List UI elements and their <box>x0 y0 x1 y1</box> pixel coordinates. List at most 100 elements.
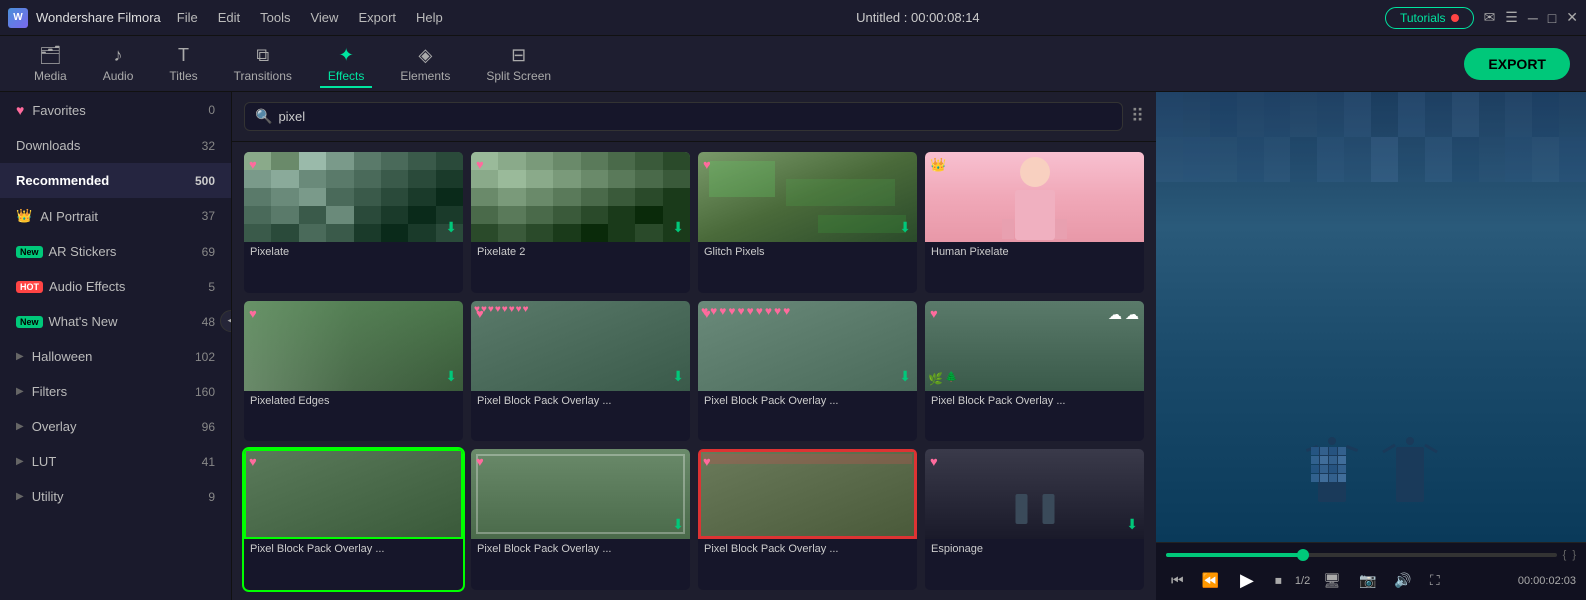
maximize-button[interactable]: □ <box>1548 10 1556 26</box>
chevron-right-icon: ▶ <box>16 351 24 362</box>
effect-card-pixel-block-4[interactable]: ♥ Pixel Block Pack Overlay ... <box>244 449 463 590</box>
favorite-heart-icon-11: ♥ <box>703 454 711 469</box>
sidebar-item-ar-stickers[interactable]: New AR Stickers 69 <box>0 234 231 269</box>
downloads-count: 32 <box>202 139 215 153</box>
effect-card-pixel-block-6[interactable]: ♥ Pixel Block Pack Overlay ... <box>698 449 917 590</box>
audio-icon: ♪ <box>114 45 123 66</box>
download-icon-7: ⬇ <box>899 368 911 385</box>
app-name: Wondershare Filmora <box>36 10 161 25</box>
transitions-icon: ⧉ <box>256 45 269 66</box>
menu-view[interactable]: View <box>302 8 346 27</box>
fullscreen-button[interactable]: ⛶ <box>1425 569 1445 592</box>
bracket-start: { <box>1563 549 1567 561</box>
screenshot-button[interactable]: 📷 <box>1354 569 1381 592</box>
effect-card-pixelate2[interactable]: ♥ ⬇ Pixelate 2 <box>471 152 690 293</box>
sidebar-item-halloween[interactable]: ▶ Halloween 102 <box>0 339 231 374</box>
content-area: 🔍 ⠿ ♥ ⬇ Pixel <box>232 92 1156 600</box>
sidebar-favorites-label: Favorites <box>32 103 85 118</box>
sidebar-item-favorites[interactable]: ♥ Favorites 0 <box>0 92 231 128</box>
title-bar-left: W Wondershare Filmora File Edit Tools Vi… <box>8 8 451 28</box>
effect-label-pixel-block-6: Pixel Block Pack Overlay ... <box>698 539 917 559</box>
speed-button[interactable]: 1/2 <box>1295 575 1310 587</box>
search-input[interactable] <box>278 109 1111 124</box>
close-button[interactable]: ✕ <box>1566 9 1578 26</box>
preview-panel: { } ⏮ ⏪ ▶ ⏹ 1/2 🖥 📷 🔊 ⛶ 00:00:02:03 <box>1156 92 1586 600</box>
menu-icon[interactable]: ☰ <box>1505 9 1518 26</box>
toolbar-splitscreen[interactable]: ⊟ Split Screen <box>468 41 569 87</box>
sidebar-item-recommended[interactable]: Recommended 500 <box>0 163 231 198</box>
menu-export[interactable]: Export <box>350 8 404 27</box>
grid-view-icon[interactable]: ⠿ <box>1131 106 1144 127</box>
download-icon-2: ⬇ <box>672 219 684 236</box>
mail-icon[interactable]: ✉ <box>1484 9 1496 26</box>
effect-card-pixelated-edges[interactable]: ♥ ⬇ Pixelated Edges <box>244 301 463 442</box>
effect-thumb-pixelated-edges: ♥ ⬇ <box>244 301 463 391</box>
effect-thumb-pixel-block-3: ☁ ☁ 🌿 🌲 ♥ <box>925 301 1144 391</box>
favorite-heart-icon-2: ♥ <box>476 157 484 172</box>
search-input-wrap[interactable]: 🔍 <box>244 102 1123 131</box>
toolbar-titles[interactable]: T Titles <box>151 41 215 87</box>
effect-card-pixel-block-1[interactable]: ♥ ♥ ♥ ♥ ♥ ♥ ♥ ♥ ♥ ⬇ Pixel Block Pack Ove… <box>471 301 690 442</box>
sidebar: ♥ Favorites 0 Downloads 32 Recommended 5… <box>0 92 232 600</box>
sidebar-item-overlay[interactable]: ▶ Overlay 96 <box>0 409 231 444</box>
progress-bar[interactable] <box>1166 553 1557 557</box>
sidebar-item-whats-new[interactable]: New What's New 48 <box>0 304 231 339</box>
effect-label-pixel-block-4: Pixel Block Pack Overlay ... <box>244 539 463 559</box>
effect-card-pixelate[interactable]: ♥ ⬇ Pixelate <box>244 152 463 293</box>
toolbar-transitions[interactable]: ⧉ Transitions <box>216 41 310 87</box>
export-button[interactable]: EXPORT <box>1464 48 1570 80</box>
favorite-heart-icon-10: ♥ <box>476 454 484 469</box>
effects-icon: ✦ <box>339 45 354 66</box>
menu-tools[interactable]: Tools <box>252 8 298 27</box>
menu-file[interactable]: File <box>169 8 206 27</box>
filters-count: 160 <box>195 385 215 399</box>
preview-image <box>1156 92 1586 542</box>
menu-help[interactable]: Help <box>408 8 451 27</box>
volume-button[interactable]: 🔊 <box>1389 569 1416 592</box>
effect-card-espionage[interactable]: ♥ ⬇ Espionage <box>925 449 1144 590</box>
skip-backward-button[interactable]: ⏮ <box>1166 569 1189 592</box>
effect-thumb-human: 👑 <box>925 152 1144 242</box>
utility-count: 9 <box>208 490 215 504</box>
sidebar-item-audio-effects[interactable]: HOT Audio Effects 5 <box>0 269 231 304</box>
minimize-button[interactable]: ─ <box>1528 10 1538 26</box>
tutorials-button[interactable]: Tutorials <box>1385 7 1474 29</box>
sidebar-item-ai-portrait[interactable]: 👑 AI Portrait 37 <box>0 198 231 234</box>
main-layout: ♥ Favorites 0 Downloads 32 Recommended 5… <box>0 92 1586 600</box>
sidebar-item-lut[interactable]: ▶ LUT 41 <box>0 444 231 479</box>
download-icon: ⬇ <box>445 219 457 236</box>
progress-thumb[interactable] <box>1297 549 1309 561</box>
toolbar-media[interactable]: 🗂 Media <box>16 41 85 87</box>
effect-thumb-pixelate2: ♥ ⬇ <box>471 152 690 242</box>
toolbar-audio[interactable]: ♪ Audio <box>85 41 152 87</box>
toolbar-splitscreen-label: Split Screen <box>486 69 551 83</box>
sidebar-item-utility[interactable]: ▶ Utility 9 <box>0 479 231 514</box>
effect-card-pixel-block-3[interactable]: ☁ ☁ 🌿 🌲 ♥ Pixel Block Pack Overlay ... <box>925 301 1144 442</box>
effect-card-human-pixelate[interactable]: 👑 Human Pixelate <box>925 152 1144 293</box>
favorite-heart-icon-3: ♥ <box>703 157 711 172</box>
toolbar-effects[interactable]: ✦ Effects <box>310 41 382 87</box>
sidebar-lut-label: LUT <box>32 454 57 469</box>
collapse-icon: ◀ <box>228 315 232 326</box>
controls-row: ⏮ ⏪ ▶ ⏹ 1/2 🖥 📷 🔊 ⛶ 00:00:02:03 <box>1166 567 1576 594</box>
toolbar-media-label: Media <box>34 69 67 83</box>
toolbar-titles-label: Titles <box>169 69 197 83</box>
stop-button[interactable]: ⏹ <box>1270 569 1287 592</box>
sidebar-item-downloads[interactable]: Downloads 32 <box>0 128 231 163</box>
ai-portrait-count: 37 <box>202 209 215 223</box>
play-button[interactable]: ▶ <box>1232 567 1262 594</box>
toolbar: 🗂 Media ♪ Audio T Titles ⧉ Transitions ✦… <box>0 36 1586 92</box>
sidebar-item-filters[interactable]: ▶ Filters 160 <box>0 374 231 409</box>
effect-thumb-pixel-block-2: ♥ ♥ ♥ ♥ ♥ ♥ ♥ ♥ ♥ ♥ ♥ ⬇ <box>698 301 917 391</box>
effect-card-pixel-block-2[interactable]: ♥ ♥ ♥ ♥ ♥ ♥ ♥ ♥ ♥ ♥ ♥ ⬇ <box>698 301 917 442</box>
effect-card-glitch[interactable]: ♥ ⬇ Glitch Pixels <box>698 152 917 293</box>
toolbar-elements[interactable]: ◈ Elements <box>382 41 468 87</box>
chevron-right-icon-4: ▶ <box>16 456 24 467</box>
effect-card-pixel-block-5[interactable]: ♥ ⬇ Pixel Block Pack Overlay ... <box>471 449 690 590</box>
monitor-icon[interactable]: 🖥 <box>1318 569 1346 592</box>
effect-label-pixelate2: Pixelate 2 <box>471 242 690 262</box>
recommended-count: 500 <box>195 174 215 188</box>
menu-edit[interactable]: Edit <box>210 8 248 27</box>
titles-icon: T <box>178 45 189 66</box>
frame-backward-button[interactable]: ⏪ <box>1197 569 1224 592</box>
